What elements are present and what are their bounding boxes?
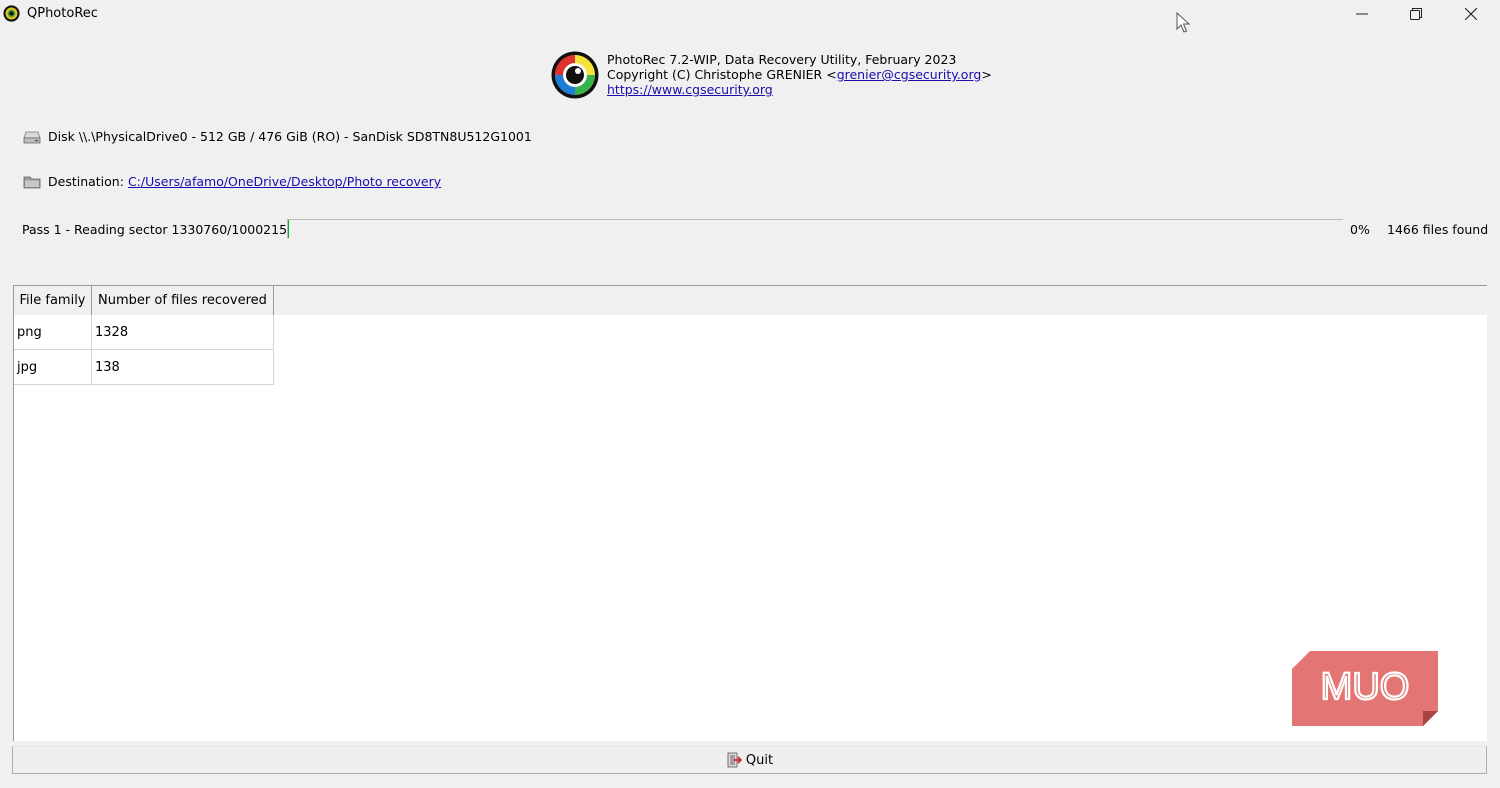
progress-percent: 0% bbox=[1350, 222, 1370, 237]
folder-icon bbox=[23, 176, 41, 189]
qphotorec-window: QPhotoRec PhotoRec 7.2-WIP, Data Recover… bbox=[0, 0, 1500, 788]
minimize-button[interactable] bbox=[1339, 0, 1385, 28]
progress-fill bbox=[288, 220, 290, 238]
table-row[interactable]: png 1328 bbox=[14, 315, 274, 350]
results-table: File family Number of files recovered pn… bbox=[13, 285, 1487, 741]
muo-watermark-logo: MUO bbox=[1292, 651, 1438, 726]
restore-button[interactable] bbox=[1393, 0, 1439, 28]
minimize-icon bbox=[1356, 13, 1368, 15]
disk-label: Disk \\.\PhysicalDrive0 - 512 GB / 476 G… bbox=[48, 129, 532, 144]
copyright-line: Copyright (C) Christophe GRENIER <grenie… bbox=[607, 67, 992, 82]
files-found-count: 1466 files found bbox=[1387, 222, 1489, 237]
table-row[interactable]: jpg 138 bbox=[14, 350, 274, 385]
destination-label: Destination: bbox=[48, 174, 124, 189]
column-header-file-family[interactable]: File family bbox=[14, 286, 92, 315]
app-eye-icon bbox=[3, 5, 20, 22]
cell-file-family: png bbox=[14, 315, 92, 349]
close-button[interactable] bbox=[1448, 0, 1494, 28]
watermark-text: MUO bbox=[1321, 666, 1410, 708]
cell-files-recovered: 1328 bbox=[92, 315, 274, 349]
quit-button[interactable]: Quit bbox=[12, 746, 1487, 774]
destination-path-link[interactable]: C:/Users/afamo/OneDrive/Desktop/Photo re… bbox=[128, 174, 441, 189]
column-header-files-recovered[interactable]: Number of files recovered bbox=[92, 286, 274, 315]
disk-drive-icon bbox=[23, 131, 41, 144]
close-icon bbox=[1465, 8, 1477, 20]
window-title: QPhotoRec bbox=[27, 6, 98, 21]
restore-icon bbox=[1410, 8, 1422, 20]
destination-row: Destination: C:/Users/afamo/OneDrive/Des… bbox=[48, 174, 441, 189]
cell-files-recovered: 138 bbox=[92, 350, 274, 384]
table-header: File family Number of files recovered bbox=[14, 286, 1487, 315]
about-text: PhotoRec 7.2-WIP, Data Recovery Utility,… bbox=[607, 52, 992, 97]
cell-file-family: jpg bbox=[14, 350, 92, 384]
progress-bar bbox=[287, 219, 1343, 238]
photorec-logo-icon bbox=[551, 51, 599, 99]
website-link[interactable]: https://www.cgsecurity.org bbox=[607, 82, 773, 97]
quit-label: Quit bbox=[745, 752, 774, 768]
exit-door-icon bbox=[727, 752, 742, 768]
pass-status: Pass 1 - Reading sector 1330760/10002152… bbox=[22, 222, 311, 237]
title-bar: QPhotoRec bbox=[0, 0, 1500, 33]
mouse-cursor-icon bbox=[1176, 12, 1191, 33]
version-line: PhotoRec 7.2-WIP, Data Recovery Utility,… bbox=[607, 52, 957, 67]
email-link[interactable]: grenier@cgsecurity.org bbox=[837, 67, 982, 82]
